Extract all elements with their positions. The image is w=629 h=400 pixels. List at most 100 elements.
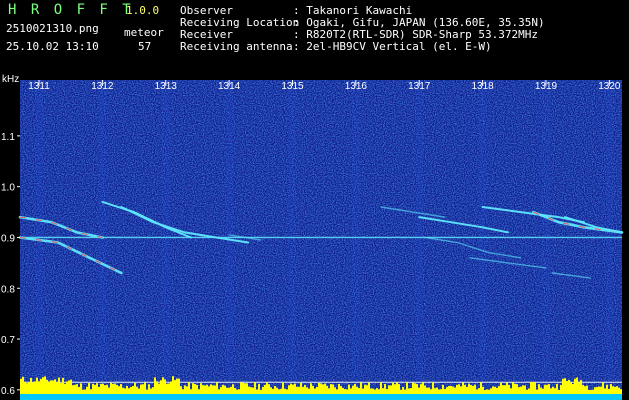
level-bar	[108, 387, 110, 394]
level-bar	[344, 389, 346, 394]
level-bar	[524, 385, 526, 394]
noise-band	[35, 80, 44, 380]
level-bar	[462, 382, 464, 394]
level-bar	[576, 377, 578, 394]
level-bar	[226, 387, 228, 394]
y-tick-label: 1.1	[1, 132, 15, 143]
level-bar	[114, 383, 116, 394]
level-bar	[426, 387, 428, 394]
level-bar	[66, 381, 68, 394]
level-bar	[202, 385, 204, 394]
level-bar	[538, 384, 540, 394]
y-tick-label: 0.8	[1, 284, 15, 295]
level-bar	[194, 383, 196, 394]
level-bar	[580, 380, 582, 394]
level-bar	[390, 385, 392, 394]
level-bar	[292, 384, 294, 394]
level-bar	[240, 382, 242, 394]
level-bar	[166, 383, 168, 394]
y-tick-label: 0.9	[1, 233, 15, 244]
level-bar	[340, 386, 342, 394]
level-bar	[466, 386, 468, 394]
level-bar	[256, 389, 258, 394]
level-bar	[294, 383, 296, 394]
level-bar	[544, 384, 546, 394]
level-bar	[518, 387, 520, 394]
level-bar	[512, 382, 514, 394]
level-bar	[192, 383, 194, 394]
level-bar	[482, 386, 484, 394]
level-bar	[410, 388, 412, 394]
level-bar	[82, 389, 84, 394]
level-bar	[54, 379, 56, 394]
level-bar	[212, 385, 214, 394]
level-bar	[374, 389, 376, 394]
level-bar	[196, 384, 198, 394]
level-bar	[594, 387, 596, 394]
x-tick-label: 1317	[408, 81, 431, 92]
level-bar	[298, 386, 300, 394]
level-bar	[206, 384, 208, 394]
level-bar	[514, 383, 516, 394]
level-bar	[506, 382, 508, 394]
level-bar	[404, 389, 406, 394]
level-bar	[262, 386, 264, 394]
level-bar	[74, 384, 76, 394]
x-tick-label: 1318	[471, 81, 494, 92]
level-bar	[68, 380, 70, 394]
level-bar	[596, 387, 598, 394]
level-bar	[260, 389, 262, 394]
level-bar	[264, 384, 266, 394]
y-tick-label: 1.0	[1, 183, 15, 194]
x-tick-label: 1320	[598, 81, 621, 92]
level-bar	[520, 386, 522, 394]
noise-band	[288, 80, 297, 380]
level-bar	[460, 386, 462, 394]
level-bar	[250, 387, 252, 394]
level-bar	[384, 384, 386, 394]
level-bar	[610, 384, 612, 394]
level-bar	[336, 389, 338, 394]
level-bar	[148, 384, 150, 394]
level-bar	[52, 380, 54, 394]
level-bar	[270, 387, 272, 394]
level-bar	[346, 389, 348, 394]
level-bar	[134, 382, 136, 394]
level-bar	[142, 384, 144, 394]
level-bar	[34, 381, 36, 394]
level-bar	[606, 384, 608, 394]
level-bar	[562, 378, 564, 394]
level-bar	[360, 382, 362, 394]
level-bar	[364, 384, 366, 394]
level-bar	[414, 383, 416, 394]
level-bar	[380, 382, 382, 394]
level-bar	[604, 388, 606, 394]
level-bar	[120, 384, 122, 394]
level-bar	[118, 386, 120, 394]
level-bar	[278, 389, 280, 394]
level-bar	[444, 389, 446, 394]
level-bar	[366, 385, 368, 394]
level-bar	[588, 389, 590, 394]
level-bar	[496, 387, 498, 394]
noise-texture	[20, 80, 622, 400]
level-bar	[130, 386, 132, 394]
level-bar	[474, 384, 476, 394]
level-bar	[314, 388, 316, 394]
level-bar	[190, 389, 192, 394]
level-bar	[40, 379, 42, 394]
level-bar	[536, 389, 538, 394]
level-bar	[590, 389, 592, 394]
level-bar	[172, 376, 174, 394]
level-bar	[608, 388, 610, 394]
level-bar	[184, 385, 186, 394]
level-bar	[304, 384, 306, 394]
level-bar	[32, 382, 34, 394]
level-bar	[612, 386, 614, 394]
level-bar	[586, 385, 588, 394]
level-bar	[182, 389, 184, 394]
level-bar	[438, 389, 440, 394]
level-bar	[578, 382, 580, 394]
level-bar	[180, 386, 182, 394]
level-bar	[532, 382, 534, 394]
